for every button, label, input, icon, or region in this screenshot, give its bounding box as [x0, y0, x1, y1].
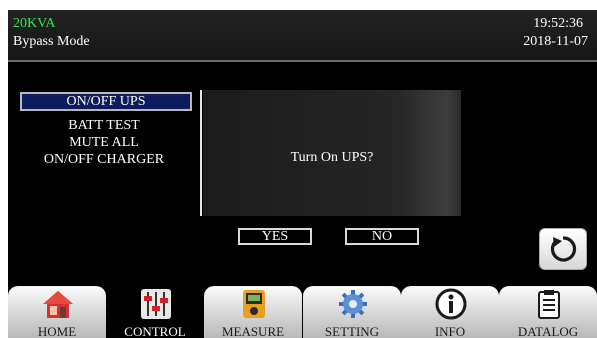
model-label: 20KVA	[13, 16, 56, 31]
tab-info-label: INFO	[434, 324, 466, 338]
gear-icon	[339, 290, 367, 318]
clock-time: 19:52:36	[533, 16, 583, 31]
tab-info[interactable]: INFO	[401, 286, 499, 338]
dialog-message: Turn On UPS?	[290, 150, 374, 165]
tab-measure[interactable]: MEASURE	[204, 286, 302, 338]
clipboard-icon	[538, 290, 560, 319]
confirm-dialog: Turn On UPS?	[203, 90, 461, 216]
tab-setting-label: SETTING	[324, 324, 380, 338]
mode-label: Bypass Mode	[13, 34, 90, 49]
control-menu: ON/OFF UPS BATT TEST MUTE ALL ON/OFF CHA…	[18, 90, 202, 216]
tab-home[interactable]: HOME	[8, 286, 106, 338]
status-header: 20KVA Bypass Mode 19:52:36 2018-11-07	[8, 10, 597, 62]
menu-item-batt-test[interactable]: BATT TEST	[18, 118, 190, 136]
tab-datalog[interactable]: DATALOG	[499, 286, 597, 338]
ups-control-screen: 20KVA Bypass Mode 19:52:36 2018-11-07 ON…	[8, 10, 597, 338]
refresh-back-icon	[550, 236, 577, 262]
menu-item-on-off-charger[interactable]: ON/OFF CHARGER	[18, 152, 190, 170]
info-icon	[435, 288, 467, 320]
sliders-icon	[141, 289, 171, 319]
tab-datalog-label: DATALOG	[517, 324, 579, 338]
clock-date: 2018-11-07	[523, 34, 588, 49]
bottom-nav: HOME CONTROL MEASURE SETTING INFO DATALO…	[8, 286, 597, 338]
tab-control[interactable]: CONTROL	[106, 286, 204, 338]
menu-item-on-off-ups[interactable]: ON/OFF UPS	[20, 92, 192, 111]
meter-icon	[243, 290, 265, 318]
tab-control-label: CONTROL	[124, 324, 186, 338]
menu-item-mute-all[interactable]: MUTE ALL	[18, 135, 190, 153]
no-button[interactable]: NO	[345, 228, 419, 245]
tab-home-label: HOME	[37, 324, 77, 338]
tab-setting[interactable]: SETTING	[303, 286, 401, 338]
yes-button[interactable]: YES	[238, 228, 312, 245]
home-icon	[43, 291, 73, 318]
tab-measure-label: MEASURE	[221, 324, 285, 338]
back-button[interactable]	[539, 228, 587, 270]
